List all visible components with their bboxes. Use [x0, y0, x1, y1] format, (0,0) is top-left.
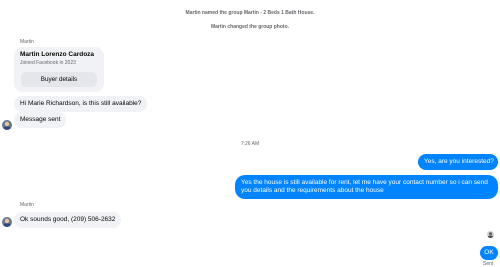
- card-name: Martin Lorenzo Cardoza: [20, 51, 95, 58]
- outgoing-message-2-line-1: Yes the house is still available for ren…: [241, 179, 488, 186]
- sender-name: Martin: [20, 39, 34, 45]
- system-message-photo-changed: Martin changed the group photo.: [210, 24, 290, 30]
- buyer-profile-card: Martin Lorenzo Cardoza Joined Facebook i…: [14, 47, 104, 92]
- outgoing-message-2[interactable]: Yes the house is still available for ren…: [235, 175, 498, 199]
- sender-name-2: Martin: [20, 202, 34, 208]
- chat-thread: Martin named the group Martin - 2 Beds 1…: [0, 0, 500, 267]
- incoming-message-2[interactable]: Message sent: [14, 112, 67, 128]
- avatar-icon[interactable]: [2, 120, 12, 130]
- seen-avatar-icon: [487, 231, 494, 238]
- avatar-icon[interactable]: [2, 217, 12, 227]
- outgoing-message-2-line-2: you details and the requirements about t…: [241, 187, 384, 194]
- system-message-group-renamed: Martin named the group Martin - 2 Beds 1…: [185, 10, 315, 16]
- card-subtitle: Joined Facebook in 2023: [20, 60, 76, 66]
- incoming-message-3[interactable]: Ok sounds good, (209) 506-2632: [14, 212, 122, 228]
- timestamp: 7:26 AM: [240, 141, 260, 147]
- outgoing-message-1[interactable]: Yes, are you interested?: [418, 154, 498, 170]
- message-status: Sent: [483, 261, 494, 267]
- buyer-details-button[interactable]: Buyer details: [21, 72, 97, 87]
- incoming-message-1[interactable]: Hi Marie Richardson, is this still avail…: [14, 96, 148, 112]
- outgoing-message-3[interactable]: OK: [480, 246, 498, 260]
